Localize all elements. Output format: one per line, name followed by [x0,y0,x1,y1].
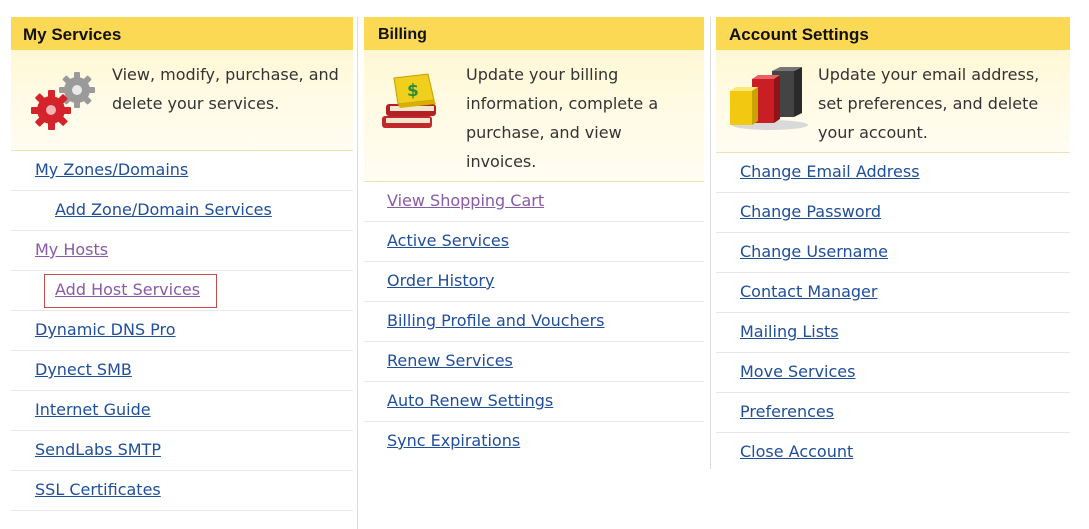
list-item: My Zones/Domains [11,151,353,191]
list-item: Order History [364,262,704,302]
list-item: View Shopping Cart [364,182,704,222]
list-item: My Hosts [11,231,353,271]
column-divider-2 [710,17,711,469]
list-item: Mailing Lists [716,313,1070,353]
list-item: Sync Expirations [364,422,704,462]
list-item: Close Account [716,433,1070,473]
list-item: Add Host Services [11,271,353,311]
billing-header: Billing [364,17,704,50]
books-dollar-icon: $ [380,72,450,138]
change-email-address-link[interactable]: Change Email Address [740,162,920,181]
sync-expirations-link[interactable]: Sync Expirations [387,431,520,450]
list-item: Billing Profile and Vouchers [364,302,704,342]
list-item: Preferences [716,393,1070,433]
account-settings-description: Update your email address, set preferenc… [818,65,1040,142]
list-item: Contact Manager [716,273,1070,313]
account-settings-links: Change Email Address Change Password Cha… [716,153,1070,473]
list-item: SendLabs SMTP [11,431,353,471]
my-services-panel: My Services View, modify, purchase, and … [11,17,353,511]
list-item: Auto Renew Settings [364,382,704,422]
change-password-link[interactable]: Change Password [740,202,881,221]
account-settings-intro: Update your email address, set preferenc… [716,50,1070,153]
billing-panel: Billing $ Update your billing informatio… [364,17,704,462]
close-account-link[interactable]: Close Account [740,442,853,461]
dynamic-dns-pro-link[interactable]: Dynamic DNS Pro [35,320,176,339]
billing-intro: $ Update your billing information, compl… [364,50,704,182]
column-divider-1 [357,17,358,529]
view-shopping-cart-link[interactable]: View Shopping Cart [387,191,544,210]
list-item: Renew Services [364,342,704,382]
my-hosts-link[interactable]: My Hosts [35,240,108,259]
my-zones-domains-link[interactable]: My Zones/Domains [35,160,188,179]
preferences-link[interactable]: Preferences [740,402,834,421]
add-host-services-link[interactable]: Add Host Services [55,280,200,299]
billing-description: Update your billing information, complet… [466,65,659,171]
list-item: Move Services [716,353,1070,393]
active-services-link[interactable]: Active Services [387,231,509,250]
svg-text:$: $ [407,81,419,101]
my-services-description: View, modify, purchase, and delete your … [112,65,339,113]
account-settings-header: Account Settings [716,17,1070,50]
move-services-link[interactable]: Move Services [740,362,855,381]
change-username-link[interactable]: Change Username [740,242,888,261]
dynect-smb-link[interactable]: Dynect SMB [35,360,132,379]
list-item: Dynamic DNS Pro [11,311,353,351]
my-services-header: My Services [11,17,353,50]
internet-guide-link[interactable]: Internet Guide [35,400,151,419]
list-item: Change Username [716,233,1070,273]
list-item: Internet Guide [11,391,353,431]
order-history-link[interactable]: Order History [387,271,494,290]
add-zone-domain-services-link[interactable]: Add Zone/Domain Services [55,200,272,219]
mailing-lists-link[interactable]: Mailing Lists [740,322,839,341]
sendlabs-smtp-link[interactable]: SendLabs SMTP [35,440,161,459]
ssl-certificates-link[interactable]: SSL Certificates [35,480,161,499]
colored-blocks-icon [724,67,810,137]
gears-icon [19,64,105,140]
billing-links: View Shopping Cart Active Services Order… [364,182,704,462]
renew-services-link[interactable]: Renew Services [387,351,513,370]
list-item: SSL Certificates [11,471,353,511]
list-item: Add Zone/Domain Services [11,191,353,231]
account-settings-panel: Account Settings Update your email addre… [716,17,1070,473]
list-item: Change Password [716,193,1070,233]
list-item: Change Email Address [716,153,1070,193]
my-services-intro: View, modify, purchase, and delete your … [11,50,353,151]
list-item: Active Services [364,222,704,262]
list-item: Dynect SMB [11,351,353,391]
contact-manager-link[interactable]: Contact Manager [740,282,877,301]
billing-profile-vouchers-link[interactable]: Billing Profile and Vouchers [387,311,605,330]
my-services-links: My Zones/Domains Add Zone/Domain Service… [11,151,353,511]
auto-renew-settings-link[interactable]: Auto Renew Settings [387,391,553,410]
